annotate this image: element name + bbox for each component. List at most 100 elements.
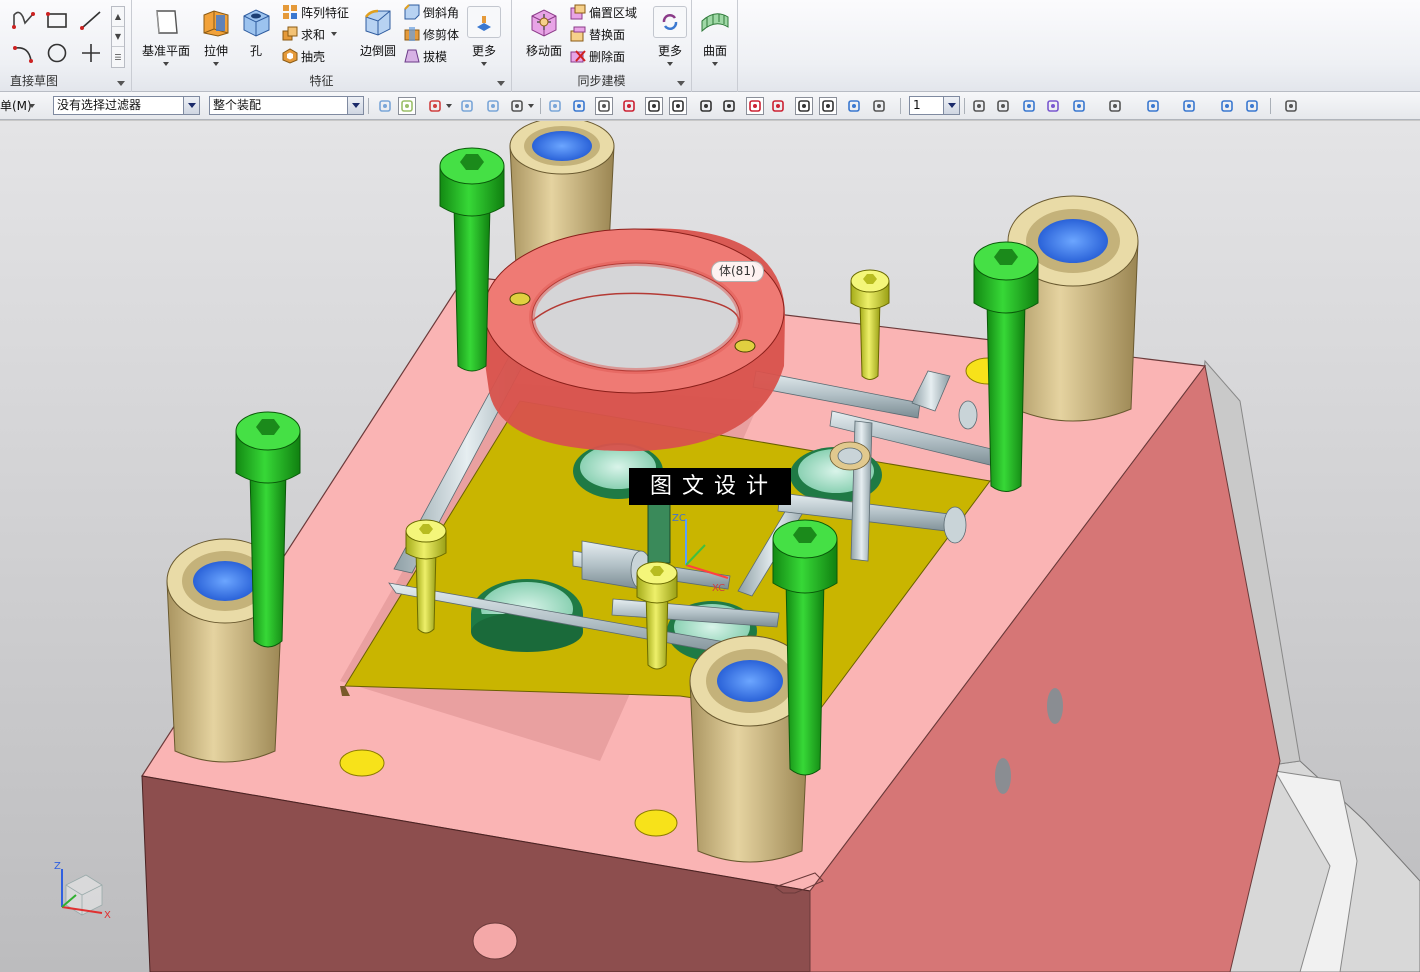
surface-button[interactable]: 曲面: [687, 4, 743, 68]
offset-region-button[interactable]: 偏置区域: [570, 2, 637, 22]
on-curve-icon[interactable]: [819, 97, 837, 115]
bounded-grid-icon[interactable]: [870, 97, 888, 115]
snap-point-icon[interactable]: [484, 97, 502, 115]
group-sync-modeling: 移动面 偏置区域 替换面 删除面 更多 同步建模: [512, 0, 692, 92]
rect-select-icon[interactable]: [508, 97, 526, 115]
rotate-icon[interactable]: [1020, 97, 1038, 115]
existing-point-icon[interactable]: [795, 97, 813, 115]
fit-view-icon[interactable]: [970, 97, 988, 115]
line-snap-icon[interactable]: [645, 97, 663, 115]
pattern-feature-label: 阵列特征: [301, 5, 350, 20]
edge-blend-button[interactable]: 边倒圆: [350, 4, 406, 68]
mid-point-icon[interactable]: [669, 97, 687, 115]
on-face-icon[interactable]: [845, 97, 863, 115]
intersection-icon[interactable]: [720, 97, 738, 115]
toolbar-separator: [964, 98, 965, 114]
replace-face-button[interactable]: 替换面: [570, 24, 625, 44]
line-tool[interactable]: [76, 6, 106, 34]
arc-tool[interactable]: [9, 39, 39, 67]
shaded-icon[interactable]: [1144, 97, 1162, 115]
chamfer-label: 倒斜角: [423, 5, 460, 20]
snap-curve-icon[interactable]: [458, 97, 476, 115]
datum-plane-button[interactable]: 基准平面: [138, 4, 194, 68]
delete-face-icon: [570, 50, 586, 63]
sync-more-label: 更多: [657, 44, 682, 58]
render-style-icon[interactable]: [1070, 97, 1088, 115]
draft-label: 拔模: [423, 49, 448, 64]
move-face-button[interactable]: 移动面: [516, 4, 572, 68]
chevron-down-icon[interactable]: [446, 104, 452, 108]
wcs-icon[interactable]: [1218, 97, 1236, 115]
shell-icon: [282, 48, 298, 64]
graphics-viewport[interactable]: ZC XC 体(81) 图文设计 Z X: [0, 121, 1420, 972]
hole-button[interactable]: 孔: [228, 4, 284, 68]
scroll-down-icon[interactable]: ▼: [112, 27, 124, 47]
layer-value: 1: [913, 98, 921, 112]
delete-face-button[interactable]: 删除面: [570, 46, 625, 66]
chevron-down-icon: [213, 62, 219, 66]
zoom-icon[interactable]: [994, 97, 1012, 115]
orient-view-icon[interactable]: [1106, 97, 1124, 115]
datum-plane-label: 基准平面: [141, 44, 190, 58]
circle-tool[interactable]: [42, 39, 72, 67]
layer-dropdown[interactable]: 1: [909, 96, 960, 115]
chevron-down-icon[interactable]: [943, 97, 959, 114]
selection-bar: 单(M) 没有选择过滤器 整个装配 1: [0, 92, 1420, 120]
hole-icon: [243, 9, 270, 37]
pattern-feature-button[interactable]: 阵列特征: [282, 2, 349, 22]
surface-icon: [701, 13, 729, 33]
chevron-down-icon[interactable]: [29, 104, 35, 108]
group-launcher-icon[interactable]: [117, 81, 125, 86]
section-icon[interactable]: [1180, 97, 1198, 115]
move-face-label: 移动面: [525, 44, 562, 58]
rectangle-tool[interactable]: [42, 6, 72, 34]
sketch-gallery-scroll[interactable]: ▲ ▼ ☰: [111, 6, 125, 68]
group-launcher-icon[interactable]: [677, 81, 685, 86]
end-point-icon[interactable]: [620, 97, 638, 115]
trim-body-button[interactable]: 修剪体: [404, 24, 459, 44]
unite-button[interactable]: 求和: [282, 24, 338, 44]
triad-x-label: X: [104, 910, 111, 921]
face-icon[interactable]: [570, 97, 588, 115]
mold-assembly-model[interactable]: ZC XC: [0, 121, 1420, 972]
chevron-down-icon[interactable]: [331, 32, 338, 36]
selection-scope-dropdown[interactable]: 整个装配: [209, 96, 364, 115]
menu-button[interactable]: 单(M): [0, 97, 32, 114]
triad-z-label: Z: [54, 861, 61, 872]
chamfer-button[interactable]: 倒斜角: [404, 2, 459, 22]
pan-icon[interactable]: [1044, 97, 1062, 115]
scroll-up-icon[interactable]: ▲: [112, 7, 124, 27]
point-tool[interactable]: [76, 39, 106, 67]
selection-intent-icon[interactable]: [595, 97, 613, 115]
draft-button[interactable]: 拔模: [404, 46, 447, 66]
toolbar-separator: [900, 98, 901, 114]
trim-body-label: 修剪体: [423, 27, 460, 42]
snap-feature-icon[interactable]: [398, 97, 416, 115]
datum-plane-icon: [156, 10, 178, 34]
draft-icon: [404, 49, 420, 63]
type-filter-dropdown[interactable]: 没有选择过滤器: [53, 96, 200, 115]
snap-face-icon[interactable]: [376, 97, 394, 115]
quadrant-icon[interactable]: [769, 97, 787, 115]
point-icon: [82, 44, 100, 62]
feature-more-button[interactable]: 更多: [462, 4, 506, 68]
move-wcs-icon[interactable]: [1243, 97, 1261, 115]
profile-tool[interactable]: [9, 6, 39, 34]
chevron-down-icon[interactable]: [528, 104, 534, 108]
profile-icon: [12, 11, 35, 29]
chevron-down-icon[interactable]: [347, 97, 363, 114]
control-point-icon[interactable]: [697, 97, 715, 115]
chevron-down-icon[interactable]: [183, 97, 199, 114]
arc-center-icon[interactable]: [746, 97, 764, 115]
unite-label: 求和: [301, 27, 326, 42]
measure-icon[interactable]: [1282, 97, 1300, 115]
group-launcher-icon[interactable]: [497, 81, 505, 86]
shell-button[interactable]: 抽壳: [282, 46, 325, 66]
wcs-xc-label: XC: [712, 583, 725, 594]
select-filter-icon[interactable]: [426, 97, 444, 115]
delete-face-label: 删除面: [589, 49, 626, 64]
sync-more-button[interactable]: 更多: [648, 4, 692, 68]
chevron-down-icon: [163, 62, 169, 66]
solid-body-icon[interactable]: [546, 97, 564, 115]
gallery-expand-icon[interactable]: ☰: [112, 47, 124, 67]
